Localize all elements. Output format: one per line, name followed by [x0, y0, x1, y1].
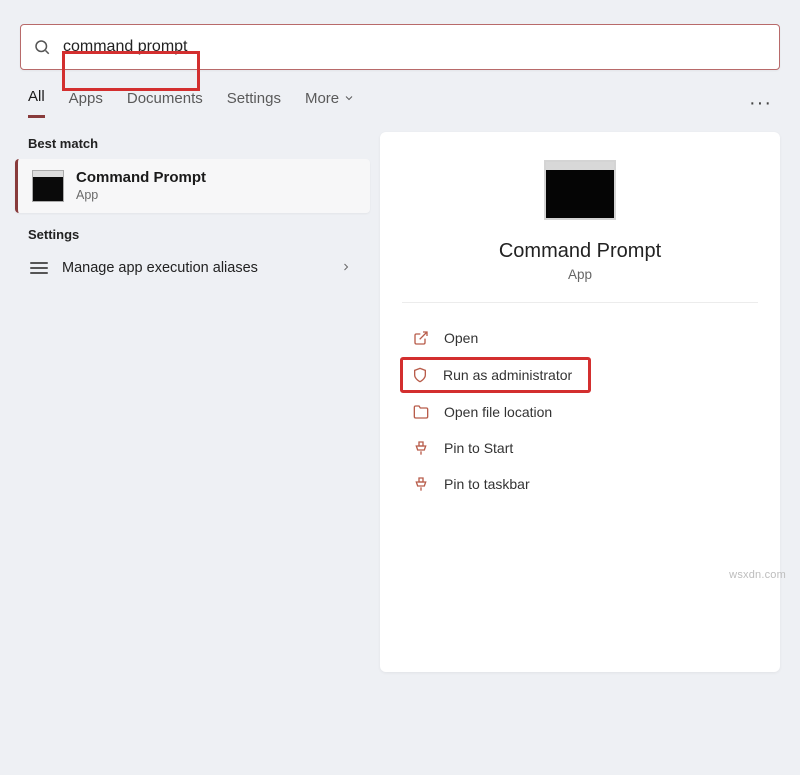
folder-icon: [412, 403, 430, 421]
list-icon: [30, 262, 48, 274]
tab-more[interactable]: More: [305, 90, 355, 117]
command-prompt-icon-large: [544, 160, 616, 220]
action-pin-to-start[interactable]: Pin to Start: [402, 431, 523, 465]
action-label: Open file location: [444, 404, 552, 420]
result-manage-aliases[interactable]: Manage app execution aliases: [18, 250, 370, 286]
search-input[interactable]: [61, 37, 767, 57]
command-prompt-icon: [32, 170, 64, 202]
search-bar[interactable]: [20, 24, 780, 70]
action-label: Open: [444, 330, 478, 346]
settings-item-label: Manage app execution aliases: [62, 260, 258, 276]
watermark: wsxdn.com: [729, 569, 786, 581]
action-open[interactable]: Open: [402, 321, 488, 355]
divider: [402, 302, 758, 303]
tab-documents[interactable]: Documents: [127, 90, 203, 117]
action-label: Pin to Start: [444, 440, 513, 456]
search-icon: [33, 38, 51, 56]
action-label: Pin to taskbar: [444, 476, 530, 492]
pin-icon: [412, 475, 430, 493]
result-title: Command Prompt: [76, 169, 206, 187]
tab-settings[interactable]: Settings: [227, 90, 281, 117]
pin-icon: [412, 439, 430, 457]
tab-all[interactable]: All: [28, 88, 45, 118]
section-best-match: Best match: [28, 136, 370, 151]
chevron-right-icon: [340, 260, 352, 276]
result-subtitle: App: [76, 187, 206, 203]
section-settings: Settings: [28, 227, 370, 242]
action-label: Run as administrator: [443, 367, 572, 383]
detail-subtitle: App: [568, 267, 592, 282]
result-command-prompt[interactable]: Command Prompt App: [15, 159, 370, 213]
open-icon: [412, 329, 430, 347]
action-open-file-location[interactable]: Open file location: [402, 395, 562, 429]
detail-title: Command Prompt: [499, 240, 661, 263]
tab-apps[interactable]: Apps: [69, 90, 103, 117]
filter-tabs: All Apps Documents Settings More ···: [0, 70, 800, 118]
action-run-as-administrator[interactable]: Run as administrator: [400, 357, 591, 393]
shield-icon: [411, 366, 429, 384]
more-options-button[interactable]: ···: [749, 92, 772, 115]
tab-more-label: More: [305, 90, 339, 107]
results-column: Best match Command Prompt App Settings M…: [18, 132, 370, 672]
action-pin-to-taskbar[interactable]: Pin to taskbar: [402, 467, 540, 501]
detail-panel: Command Prompt App Open Run as administr…: [380, 132, 780, 672]
chevron-down-icon: [343, 92, 355, 104]
